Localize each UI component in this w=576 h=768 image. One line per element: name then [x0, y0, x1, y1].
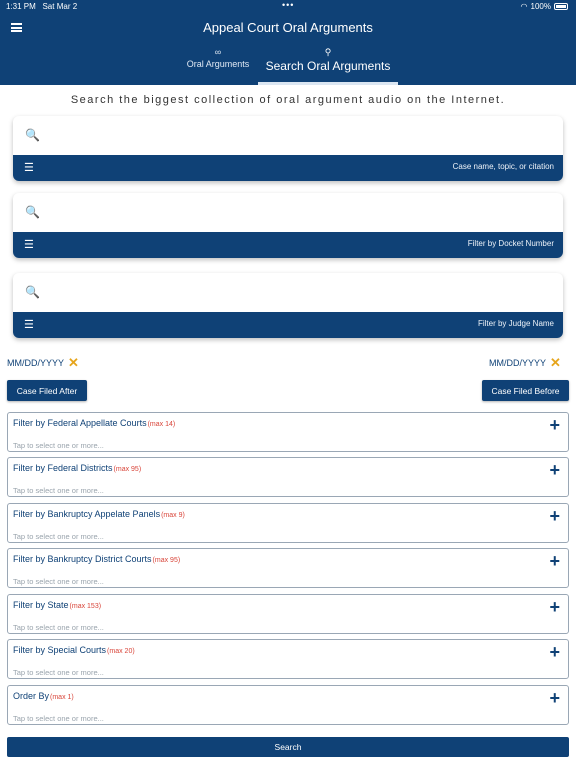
filter-max: (max 153) [69, 603, 102, 610]
filter-federal-districts[interactable]: Filter by Federal Districts(max 95) Tap … [7, 457, 569, 497]
judge-search-input[interactable] [13, 273, 563, 312]
judge-search-card[interactable]: 🔍 ☰ Filter by Judge Name [13, 273, 563, 338]
multitask-dots[interactable]: ••• [282, 0, 294, 10]
case-search-hint-bar: ☰ Case name, topic, or citation [13, 155, 563, 181]
plus-icon[interactable]: + [549, 597, 560, 617]
docket-search-hint: Filter by Docket Number [467, 239, 554, 248]
clear-icon[interactable]: ✕ [550, 355, 561, 371]
filter-federal-appellate-courts[interactable]: Filter by Federal Appellate Courts(max 1… [7, 412, 569, 452]
tagline: Search the biggest collection of oral ar… [70, 94, 506, 106]
wifi-icon: ◠ [520, 2, 528, 11]
clear-icon[interactable]: ✕ [68, 355, 79, 371]
filter-bankruptcy-appellate-panels[interactable]: Filter by Bankruptcy Appelate Panels(max… [7, 503, 569, 543]
plus-icon[interactable]: + [549, 551, 560, 571]
case-filed-before-button[interactable]: Case Filed Before [482, 380, 569, 401]
filter-title: Filter by Bankruptcy Appelate Panels(max… [13, 509, 185, 519]
app-header: 1:31 PM Sat Mar 2 ••• ◠ 100% Appeal Cour… [0, 0, 576, 85]
judge-search-hint-bar: ☰ Filter by Judge Name [13, 312, 563, 338]
filter-max: (max 20) [107, 648, 135, 655]
filed-before-date-field[interactable]: MM/DD/YYYY [489, 358, 546, 368]
docket-search-input[interactable] [13, 193, 563, 232]
case-filed-after-button[interactable]: Case Filed After [7, 380, 87, 401]
filter-max: (max 95) [113, 466, 142, 473]
filter-max: (max 95) [152, 557, 181, 564]
filter-max: (max 9) [161, 512, 185, 519]
docket-search-hint-bar: ☰ Filter by Docket Number [13, 232, 563, 258]
filter-max: (max 1) [50, 694, 74, 701]
filter-order-by[interactable]: Order By(max 1) Tap to select one or mor… [7, 685, 569, 725]
list-icon: ☰ [24, 162, 34, 174]
tab-label: Search Oral Arguments [265, 59, 391, 73]
filter-placeholder: Tap to select one or more... [13, 486, 104, 495]
plus-icon[interactable]: + [549, 688, 560, 708]
judge-search-hint: Filter by Judge Name [477, 319, 554, 328]
filter-placeholder: Tap to select one or more... [13, 668, 104, 677]
case-search-card[interactable]: 🔍 ☰ Case name, topic, or citation [13, 116, 563, 181]
filter-placeholder: Tap to select one or more... [13, 623, 104, 632]
page-title: Appeal Court Oral Arguments [203, 20, 373, 35]
search-icon: ⚲ [324, 47, 332, 57]
filter-title: Filter by Special Courts(max 20) [13, 645, 135, 655]
plus-icon[interactable]: + [549, 415, 560, 435]
filter-title: Filter by Federal Districts(max 95) [13, 463, 142, 473]
case-search-input[interactable] [13, 116, 563, 155]
filter-max: (max 14) [147, 421, 176, 428]
filter-placeholder: Tap to select one or more... [13, 532, 104, 541]
battery-label: 100% [530, 2, 551, 11]
search-icon: 🔍 [25, 128, 40, 142]
status-time: 1:31 PM Sat Mar 2 [6, 2, 78, 11]
status-right: ◠ 100% [521, 2, 568, 11]
filter-bankruptcy-district-courts[interactable]: Filter by Bankruptcy District Courts(max… [7, 548, 569, 588]
plus-icon[interactable]: + [549, 642, 560, 662]
filter-special-courts[interactable]: Filter by Special Courts(max 20) Tap to … [7, 639, 569, 679]
plus-icon[interactable]: + [549, 506, 560, 526]
search-button[interactable]: Search [7, 737, 569, 757]
filter-title: Order By(max 1) [13, 691, 74, 701]
battery-icon [554, 3, 568, 10]
filed-after-date-field[interactable]: MM/DD/YYYY [7, 358, 64, 368]
filter-title: Filter by State(max 153) [13, 600, 102, 610]
search-icon: 🔍 [25, 285, 40, 299]
list-icon: ☰ [24, 239, 34, 251]
filter-title: Filter by Bankruptcy District Courts(max… [13, 554, 181, 564]
filter-state[interactable]: Filter by State(max 153) Tap to select o… [7, 594, 569, 634]
voicemail-icon: ∞ [214, 47, 222, 57]
filter-placeholder: Tap to select one or more... [13, 441, 104, 450]
filter-title: Filter by Federal Appellate Courts(max 1… [13, 418, 176, 428]
tab-search-oral-arguments[interactable]: ⚲ Search Oral Arguments [258, 47, 398, 73]
docket-search-card[interactable]: 🔍 ☰ Filter by Docket Number [13, 193, 563, 258]
filter-placeholder: Tap to select one or more... [13, 714, 104, 723]
active-tab-indicator [258, 82, 398, 85]
filter-placeholder: Tap to select one or more... [13, 577, 104, 586]
tab-oral-arguments[interactable]: ∞ Oral Arguments [178, 47, 258, 69]
case-search-hint: Case name, topic, or citation [452, 162, 554, 171]
plus-icon[interactable]: + [549, 460, 560, 480]
search-icon: 🔍 [25, 205, 40, 219]
tab-label: Oral Arguments [186, 59, 250, 69]
list-icon: ☰ [24, 319, 34, 331]
